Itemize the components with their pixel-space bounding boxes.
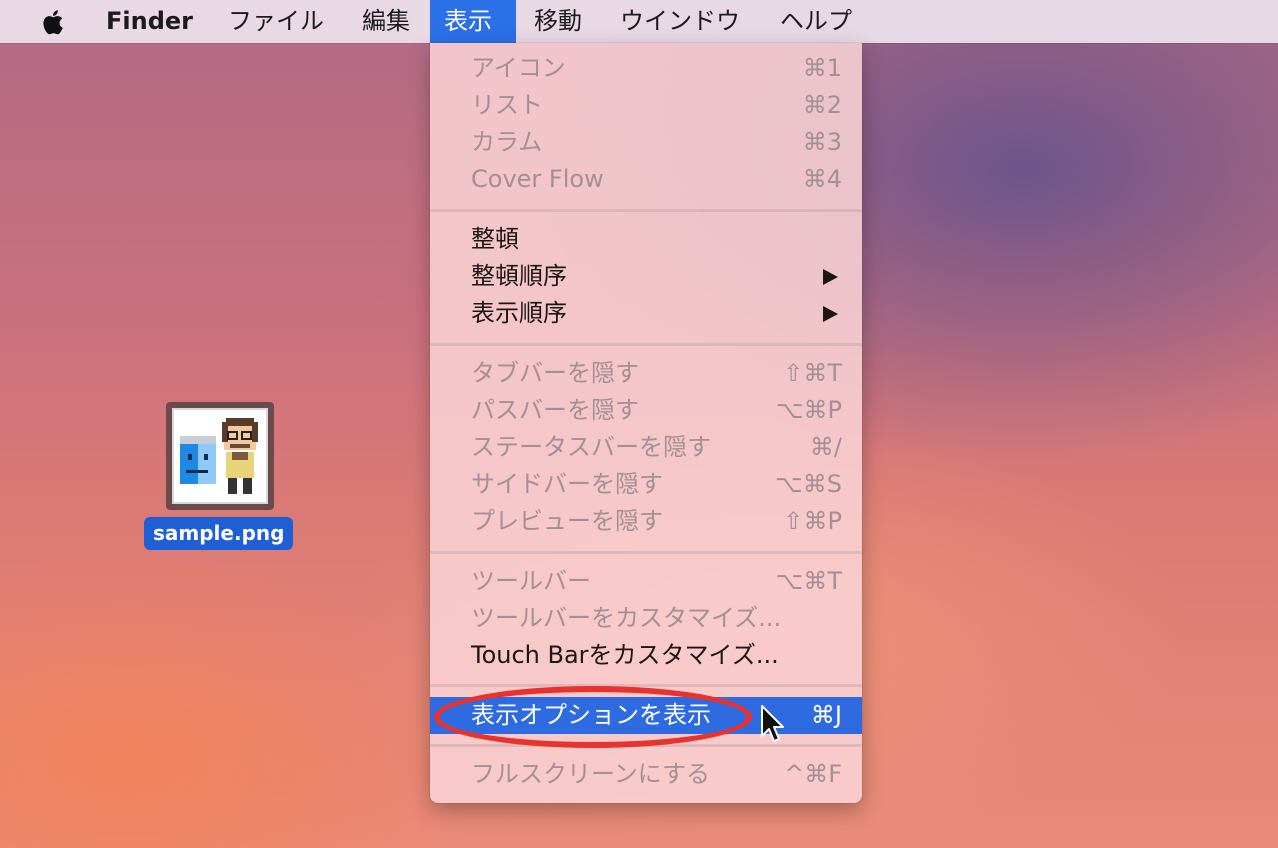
- menubar-item-view[interactable]: 表示: [430, 0, 516, 43]
- menu-item-shortcut: ⌘2: [802, 91, 842, 119]
- menubar-item-window[interactable]: ウインドウ: [606, 0, 754, 43]
- menu-separator: [430, 343, 862, 346]
- menu-item-label: フルスクリーンにする: [471, 760, 711, 788]
- menubar-item-finder[interactable]: Finder: [92, 0, 207, 43]
- menu-item-shortcut: ⌘1: [802, 54, 842, 82]
- menubar-item-help[interactable]: ヘルプ: [766, 0, 866, 43]
- menu-item-customize-touch-bar[interactable]: Touch Barをカスタマイズ...: [430, 637, 862, 674]
- menu-item-hide-sidebar[interactable]: サイドバーを隠す ⌥⌘S: [430, 466, 862, 503]
- menu-item-as-columns[interactable]: カラム ⌘3: [430, 124, 862, 161]
- menu-item-sort-by[interactable]: 表示順序: [430, 295, 862, 332]
- menu-item-shortcut: ⇧⌘P: [783, 507, 842, 535]
- menu-item-label: 表示順序: [471, 299, 567, 327]
- menubar-item-go[interactable]: 移動: [520, 0, 596, 43]
- menu-item-as-icons[interactable]: アイコン ⌘1: [430, 50, 862, 87]
- menu-item-shortcut: ^⌘F: [784, 760, 842, 788]
- menubar-item-file[interactable]: ファイル: [214, 0, 338, 43]
- menu-item-show-view-options[interactable]: 表示オプションを表示 ⌘J: [430, 697, 862, 734]
- submenu-arrow-icon: [823, 306, 838, 322]
- menu-item-label: ステータスバーを隠す: [471, 433, 711, 461]
- menu-item-label: タブバーを隠す: [471, 359, 639, 387]
- menu-item-shortcut: ⇧⌘T: [783, 359, 842, 387]
- menu-item-label: パスバーを隠す: [471, 396, 639, 424]
- menu-item-as-list[interactable]: リスト ⌘2: [430, 87, 862, 124]
- menu-item-toolbar[interactable]: ツールバー ⌥⌘T: [430, 563, 862, 600]
- mouse-pointer-icon: [761, 705, 784, 742]
- menu-item-hide-path-bar[interactable]: パスバーを隠す ⌥⌘P: [430, 392, 862, 429]
- menu-item-label: リスト: [471, 91, 543, 119]
- menu-item-as-cover-flow[interactable]: Cover Flow ⌘4: [430, 161, 862, 198]
- menu-item-hide-status-bar[interactable]: ステータスバーを隠す ⌘/: [430, 429, 862, 466]
- menu-item-label: ツールバー: [471, 567, 591, 595]
- menu-bar: Finder ファイル 編集 表示 移動 ウインドウ ヘルプ: [0, 0, 1278, 43]
- menu-item-shortcut: ⌘/: [809, 433, 842, 461]
- menu-item-hide-tab-bar[interactable]: タブバーを隠す ⇧⌘T: [430, 355, 862, 392]
- menu-item-label: 表示オプションを表示: [471, 701, 711, 729]
- file-thumbnail-image: [172, 408, 268, 504]
- menu-item-label: サイドバーを隠す: [471, 470, 663, 498]
- file-thumbnail[interactable]: [166, 402, 274, 510]
- menu-item-label: Cover Flow: [471, 165, 604, 193]
- menu-item-shortcut: ⌘4: [802, 165, 842, 193]
- menu-item-label: 整頓: [471, 225, 519, 253]
- menu-item-label: カラム: [471, 128, 543, 156]
- apple-logo-icon[interactable]: [38, 6, 70, 38]
- menu-item-label: プレビューを隠す: [471, 507, 663, 535]
- menu-separator: [430, 209, 862, 212]
- file-name-label[interactable]: sample.png: [144, 517, 294, 550]
- menu-item-label: アイコン: [471, 54, 566, 82]
- menubar-item-edit[interactable]: 編集: [348, 0, 424, 43]
- submenu-arrow-icon: [823, 269, 838, 285]
- finder-avatar-icon: [180, 418, 258, 494]
- menu-separator: [430, 684, 862, 687]
- menu-item-shortcut: ⌘J: [810, 701, 842, 729]
- menu-item-clean-up-by[interactable]: 整頓順序: [430, 258, 862, 295]
- menu-item-label: 整頓順序: [471, 262, 567, 290]
- menu-item-clean-up[interactable]: 整頓: [430, 221, 862, 258]
- menu-item-shortcut: ⌥⌘T: [775, 567, 842, 595]
- menu-item-label: Touch Barをカスタマイズ...: [471, 641, 779, 669]
- menu-item-shortcut: ⌥⌘P: [775, 396, 842, 424]
- menu-item-label: ツールバーをカスタマイズ...: [471, 604, 782, 632]
- menu-item-hide-preview[interactable]: プレビューを隠す ⇧⌘P: [430, 503, 862, 540]
- menu-item-shortcut: ⌘3: [802, 128, 842, 156]
- menu-separator: [430, 744, 862, 747]
- menu-item-customize-toolbar[interactable]: ツールバーをカスタマイズ...: [430, 600, 862, 637]
- menu-separator: [430, 551, 862, 554]
- menu-item-enter-full-screen[interactable]: フルスクリーンにする ^⌘F: [430, 756, 862, 793]
- menu-item-shortcut: ⌥⌘S: [775, 470, 842, 498]
- view-menu-dropdown: アイコン ⌘1 リスト ⌘2 カラム ⌘3 Cover Flow ⌘4 整頓 整…: [430, 43, 862, 803]
